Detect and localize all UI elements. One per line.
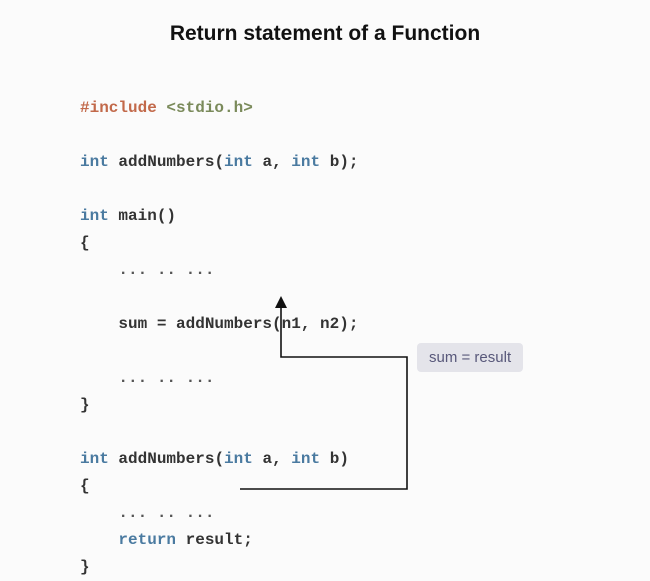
- token-identifier: a: [262, 450, 272, 468]
- token-ellipsis: ... .. ...: [118, 261, 214, 279]
- token-identifier: a: [262, 153, 272, 171]
- token-identifier: b: [330, 450, 340, 468]
- token-punct: (: [214, 153, 224, 171]
- token-keyword: int: [80, 153, 109, 171]
- token-punct: ): [339, 450, 349, 468]
- token-ellipsis: ... .. ...: [118, 369, 214, 387]
- token-header: <stdio.h>: [166, 99, 252, 117]
- annotation-label: sum = result: [417, 343, 523, 372]
- token-identifier: main: [118, 207, 156, 225]
- token-punct: );: [339, 153, 358, 171]
- code-block: #include <stdio.h> int addNumbers(int a,…: [80, 95, 359, 581]
- token-keyword: int: [224, 450, 253, 468]
- token-brace: {: [80, 477, 90, 495]
- token-punct: ,: [272, 450, 282, 468]
- token-identifier: b: [330, 153, 340, 171]
- token-keyword: int: [80, 207, 109, 225]
- token-brace: }: [80, 396, 90, 414]
- token-preprocessor: #include: [80, 99, 157, 117]
- token-keyword: return: [118, 531, 176, 549]
- token-punct: ,: [272, 153, 282, 171]
- token-identifier: result: [186, 531, 244, 549]
- code-call-line: sum = addNumbers(n1, n2);: [118, 315, 358, 333]
- token-punct: (): [157, 207, 176, 225]
- token-brace: }: [80, 558, 90, 576]
- page-title: Return statement of a Function: [0, 22, 650, 46]
- token-punct: (: [214, 450, 224, 468]
- token-ellipsis: ... .. ...: [118, 504, 214, 522]
- token-identifier: addNumbers: [118, 450, 214, 468]
- token-punct: ;: [243, 531, 253, 549]
- token-brace: {: [80, 234, 90, 252]
- token-keyword: int: [291, 153, 320, 171]
- token-keyword: int: [80, 450, 109, 468]
- token-identifier: addNumbers: [118, 153, 214, 171]
- token-keyword: int: [291, 450, 320, 468]
- token-keyword: int: [224, 153, 253, 171]
